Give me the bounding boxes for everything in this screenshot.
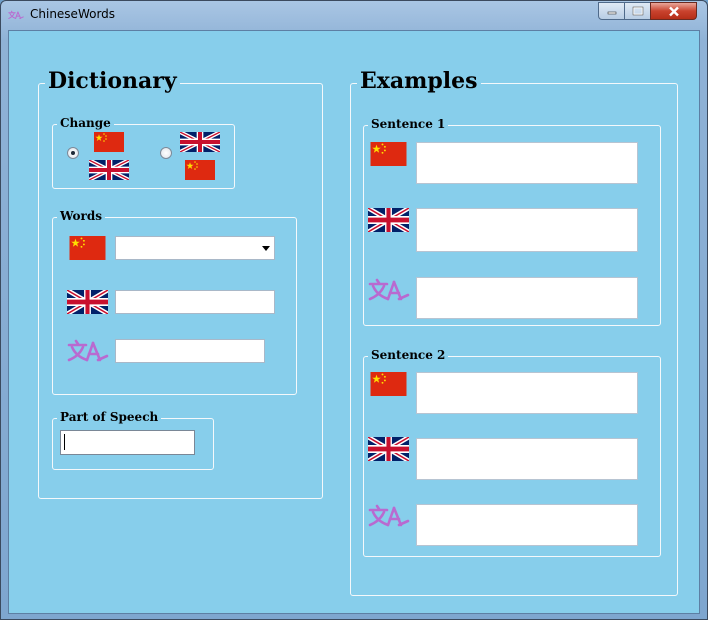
client-area: Dictionary Change Words Part of Speech E… (8, 30, 700, 614)
minimize-button[interactable] (598, 2, 625, 20)
dictionary-heading: Dictionary (45, 68, 180, 94)
minimize-icon (607, 11, 616, 15)
chevron-down-icon[interactable] (262, 246, 270, 251)
sentence2-pinyin-textbox[interactable] (416, 504, 638, 546)
maximize-button[interactable] (624, 2, 651, 20)
china-flag-icon (67, 236, 108, 260)
chinese-word-combobox[interactable] (115, 236, 275, 260)
part-of-speech-group: Part of Speech (52, 410, 214, 470)
words-group: Words (52, 209, 297, 395)
china-flag-icon (89, 132, 129, 152)
close-icon (668, 6, 679, 16)
part-of-speech-label: Part of Speech (57, 410, 162, 424)
translate-icon (67, 339, 109, 363)
sentence1-group: Sentence 1 (363, 117, 661, 326)
text-caret (64, 434, 65, 450)
change-group: Change (52, 116, 235, 189)
part-of-speech-input[interactable] (60, 430, 195, 455)
china-flag-icon (368, 142, 409, 166)
translate-icon (368, 278, 410, 302)
uk-flag-icon (368, 437, 409, 461)
china-flag-icon (180, 160, 220, 180)
sentence1-chinese-textbox[interactable] (416, 142, 638, 184)
uk-flag-icon (180, 132, 220, 152)
sentence2-group: Sentence 2 (363, 348, 661, 557)
examples-group: Examples Sentence 1 Sentence 2 (350, 68, 678, 596)
sentence1-pinyin-textbox[interactable] (416, 277, 638, 319)
sentence2-english-textbox[interactable] (416, 438, 638, 480)
uk-flag-icon (67, 290, 108, 314)
words-label: Words (57, 209, 105, 223)
english-to-chinese-radio[interactable] (160, 147, 172, 159)
radio-selected-dot (71, 151, 75, 155)
app-window: ChineseWords Dictionary Change Words Par… (0, 0, 708, 620)
translate-icon (8, 7, 24, 23)
dictionary-group: Dictionary Change Words Part of Speech (38, 68, 323, 499)
china-flag-icon (368, 372, 409, 396)
uk-flag-icon (368, 208, 409, 232)
english-word-input[interactable] (115, 290, 275, 314)
change-label: Change (57, 116, 114, 130)
translate-icon (368, 504, 410, 528)
maximize-icon (632, 6, 643, 16)
pinyin-input[interactable] (115, 339, 265, 363)
sentence2-label: Sentence 2 (368, 348, 449, 362)
sentence1-label: Sentence 1 (368, 117, 449, 131)
uk-flag-icon (89, 160, 129, 180)
sentence2-chinese-textbox[interactable] (416, 372, 638, 414)
chinese-to-english-radio[interactable] (67, 147, 79, 159)
examples-heading: Examples (357, 68, 481, 94)
sentence1-english-textbox[interactable] (416, 208, 638, 252)
title-bar[interactable]: ChineseWords (1, 1, 707, 29)
close-button[interactable] (650, 2, 697, 20)
window-title: ChineseWords (30, 7, 116, 21)
